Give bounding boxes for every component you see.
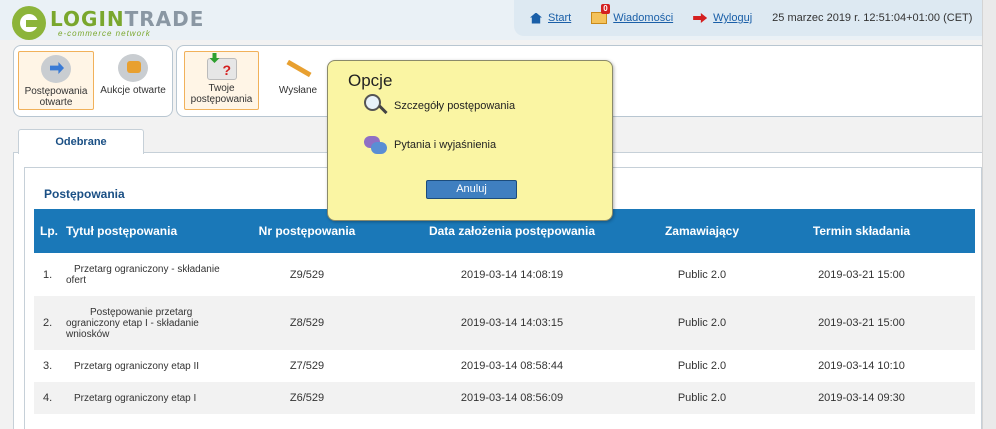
messages-count-badge: 0 [601, 4, 610, 14]
row-deadline: 2019-03-21 15:00 [818, 317, 905, 329]
logo-icon [12, 6, 46, 40]
messages-link-label: Wiadomości [613, 12, 674, 24]
mail-icon: 0 [591, 4, 610, 24]
table-row[interactable]: 3. Przetarg ograniczony etap II Z7/529 2… [34, 350, 975, 382]
table-row[interactable]: 4. Przetarg ograniczony etap I Z6/529 20… [34, 382, 975, 414]
row-buyer: Public 2.0 [677, 317, 727, 329]
home-icon [530, 12, 542, 24]
tool-your-procedures[interactable]: ? Twoje postępowania [184, 51, 259, 110]
logo-name: LOGINTRADE [50, 6, 205, 31]
row-created-date: 2019-03-14 14:08:19 [460, 268, 564, 281]
start-link[interactable]: Start [530, 12, 571, 24]
table-row[interactable]: 2. Postępowanie przetarg ograniczony etap… [34, 296, 975, 350]
section-title: Postępowania [44, 187, 125, 201]
tool-sent[interactable]: Wysłane [262, 51, 334, 110]
logintrade-logo[interactable]: LOGINTRADE e-commerce network [12, 6, 204, 40]
option-questions-explanations[interactable]: Pytania i wyjaśnienia [364, 134, 496, 156]
tab-received[interactable]: Odebrane [18, 129, 144, 154]
row-buyer: Public 2.0 [677, 268, 727, 281]
chat-bubbles-icon [364, 134, 388, 156]
row-lp: 1. [43, 268, 53, 281]
row-buyer: Public 2.0 [677, 392, 727, 404]
messages-link[interactable]: 0 Wiadomości [591, 4, 674, 24]
option-procedure-details[interactable]: Szczegóły postępowania [364, 94, 515, 118]
row-deadline: 2019-03-14 09:30 [818, 392, 905, 404]
col-header-lp[interactable]: Lp. [34, 209, 62, 253]
row-title[interactable]: Przetarg ograniczony etap I [62, 382, 246, 414]
row-lp: 4. [43, 392, 53, 404]
row-title[interactable]: Postępowanie przetarg ograniczony etap I … [62, 296, 246, 350]
row-number: Z9/529 [289, 268, 325, 281]
row-number: Z7/529 [289, 360, 325, 372]
row-title[interactable]: Przetarg ograniczony - składanie ofert [62, 253, 246, 296]
page-scrollbar[interactable] [982, 0, 996, 429]
toolbar-group-browse: Postępowania otwarte Aukcje otwarte [13, 45, 173, 117]
magnifier-icon [364, 94, 388, 118]
tool-open-auctions[interactable]: Aukcje otwarte [97, 51, 169, 110]
hammer-globe-icon [118, 54, 148, 82]
cancel-button[interactable]: Anuluj [426, 180, 517, 199]
option-questions-label: Pytania i wyjaśnienia [394, 139, 497, 151]
row-created-date: 2019-03-14 08:56:09 [460, 392, 564, 404]
logout-link-label: Wyloguj [713, 12, 753, 24]
current-datetime: 25 marzec 2019 r. 12:51:04+01:00 (CET) [772, 12, 973, 24]
row-buyer: Public 2.0 [677, 360, 727, 372]
procedures-table: Lp. Tytuł postępowania Nr postępowania D… [34, 209, 975, 414]
row-deadline: 2019-03-14 10:10 [818, 360, 905, 372]
row-title[interactable]: Przetarg ograniczony etap II [62, 350, 246, 382]
start-link-label: Start [548, 12, 572, 24]
row-lp: 3. [43, 360, 53, 372]
col-header-title[interactable]: Tytuł postępowania [62, 209, 246, 253]
tool-open-procedures[interactable]: Postępowania otwarte [18, 51, 94, 110]
table-row[interactable]: 1. Przetarg ograniczony - składanie ofert… [34, 253, 975, 296]
row-number: Z6/529 [289, 392, 325, 404]
logout-arrow-icon [693, 13, 708, 23]
col-header-deadline[interactable]: Termin składania [748, 209, 975, 253]
option-procedure-details-label: Szczegóły postępowania [394, 100, 516, 112]
logout-link[interactable]: Wyloguj [693, 12, 752, 24]
row-lp: 2. [43, 317, 53, 329]
pencil-icon [283, 54, 313, 82]
header: LOGINTRADE e-commerce network Start 0 Wi… [0, 0, 996, 40]
col-header-buyer[interactable]: Zamawiający [656, 209, 748, 253]
row-deadline: 2019-03-21 15:00 [818, 268, 905, 281]
envelope-question-icon: ? [206, 53, 237, 80]
dialog-title: Opcje [348, 71, 393, 90]
options-dialog: Opcje Szczegóły postępowania Pytania i w… [327, 60, 613, 221]
row-created-date: 2019-03-14 14:03:15 [460, 317, 564, 329]
arrow-globe-icon [41, 55, 71, 83]
top-links-bar: Start 0 Wiadomości Wyloguj 25 marzec 201… [514, 0, 996, 36]
row-created-date: 2019-03-14 08:58:44 [460, 360, 564, 372]
row-number: Z8/529 [289, 317, 325, 329]
